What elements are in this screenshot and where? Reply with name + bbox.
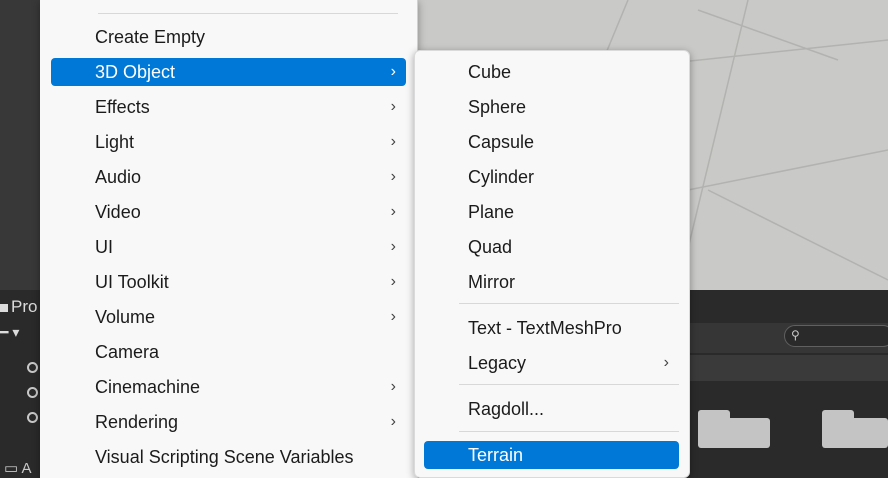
menu-item-cinemachine[interactable]: Cinemachine ›: [51, 373, 406, 401]
chevron-right-icon: ›: [390, 238, 396, 255]
menu-item-label: Ragdoll...: [468, 399, 545, 419]
radio-icon[interactable]: [27, 362, 38, 373]
menu-item-label: Volume: [95, 307, 156, 327]
menu-item-sphere[interactable]: Sphere: [424, 93, 679, 121]
menu-separator: [459, 303, 679, 304]
menu-item-light[interactable]: Light ›: [51, 128, 406, 156]
folder-label: A: [21, 460, 32, 477]
left-panel: [0, 0, 40, 478]
menu-item-label: Mirror: [468, 272, 515, 292]
menu-item-ragdoll[interactable]: Ragdoll...: [424, 395, 679, 423]
folder-icon[interactable]: [698, 418, 770, 448]
folder-icon: ▭: [4, 460, 19, 477]
folder-tab-icon: [822, 410, 854, 422]
chevron-right-icon: ›: [390, 203, 396, 220]
menu-item-visual-scripting-scene-variables[interactable]: Visual Scripting Scene Variables: [51, 443, 406, 471]
menu-item-legacy[interactable]: Legacy ›: [424, 349, 679, 377]
chevron-right-icon: ›: [390, 98, 396, 115]
menu-item-terrain[interactable]: Terrain: [424, 441, 679, 469]
gameobject-menu: Create Empty 3D Object › Effects › Light › …: [40, 0, 418, 478]
menu-item-mirror[interactable]: Mirror: [424, 268, 679, 296]
project-tab[interactable]: Pro: [0, 297, 37, 317]
menu-item-label: Capsule: [468, 132, 535, 152]
menu-item-label: Terrain: [468, 445, 524, 465]
menu-item-label: Light: [95, 132, 135, 152]
project-tab-label: Pro: [11, 297, 38, 316]
menu-item-3d-object[interactable]: 3D Object ›: [51, 58, 406, 86]
folder-item[interactable]: ▭ A: [4, 459, 32, 477]
menu-item-text-textmeshpro[interactable]: Text - TextMeshPro: [424, 314, 679, 342]
chevron-right-icon: ›: [390, 168, 396, 185]
menu-item-label: Cylinder: [468, 167, 535, 187]
menu-item-quad[interactable]: Quad: [424, 233, 679, 261]
chevron-right-icon: ›: [390, 273, 396, 290]
menu-item-label: Quad: [468, 237, 513, 257]
menu-item-ui[interactable]: UI ›: [51, 233, 406, 261]
menu-item-effects[interactable]: Effects ›: [51, 93, 406, 121]
chevron-right-icon: ›: [663, 354, 669, 371]
menu-item-volume[interactable]: Volume ›: [51, 303, 406, 331]
project-tab-icon: [0, 303, 8, 312]
menu-item-label: Video: [95, 202, 141, 222]
menu-item-ui-toolkit[interactable]: UI Toolkit ›: [51, 268, 406, 296]
menu-item-label: Camera: [95, 342, 160, 362]
menu-item-cube[interactable]: Cube: [424, 58, 679, 86]
menu-item-label: Audio: [95, 167, 142, 187]
search-input[interactable]: ⚲: [784, 325, 888, 347]
menu-item-label: 3D Object: [95, 62, 176, 82]
chevron-right-icon: ›: [390, 378, 396, 395]
radio-icon[interactable]: [27, 412, 38, 423]
menu-item-camera[interactable]: Camera: [51, 338, 406, 366]
chevron-right-icon: ›: [390, 413, 396, 430]
chevron-right-icon: ›: [390, 133, 396, 150]
menu-separator: [459, 384, 679, 385]
folder-icon[interactable]: [822, 418, 888, 448]
search-icon: ⚲: [791, 328, 800, 342]
menu-item-video[interactable]: Video ›: [51, 198, 406, 226]
menu-item-label: Rendering: [95, 412, 179, 432]
menu-item-rendering[interactable]: Rendering ›: [51, 408, 406, 436]
menu-item-label: Plane: [468, 202, 515, 222]
3d-object-submenu: Cube Sphere Capsule Cylinder Plane Quad …: [414, 50, 690, 478]
menu-item-capsule[interactable]: Capsule: [424, 128, 679, 156]
chevron-right-icon: ›: [390, 63, 396, 80]
menu-item-label: Cinemachine: [95, 377, 201, 397]
menu-item-label: Text - TextMeshPro: [468, 318, 622, 338]
menu-item-audio[interactable]: Audio ›: [51, 163, 406, 191]
folder-tab-icon: [698, 410, 730, 422]
menu-item-plane[interactable]: Plane: [424, 198, 679, 226]
menu-separator: [459, 431, 679, 432]
menu-item-label: Legacy: [468, 353, 527, 373]
chevron-right-icon: ›: [390, 308, 396, 325]
project-panel-bg: [0, 290, 40, 478]
menu-item-label: Visual Scripting Scene Variables: [95, 447, 354, 467]
menu-item-label: Cube: [468, 62, 512, 82]
menu-item-create-empty[interactable]: Create Empty: [51, 23, 406, 51]
add-dropdown-icon[interactable]: ━ ▾: [0, 324, 19, 341]
menu-separator: [98, 13, 398, 14]
menu-item-cylinder[interactable]: Cylinder: [424, 163, 679, 191]
menu-item-label: Effects: [95, 97, 150, 117]
radio-icon[interactable]: [27, 387, 38, 398]
menu-item-label: Sphere: [468, 97, 527, 117]
menu-item-label: UI Toolkit: [95, 272, 169, 292]
menu-item-label: UI: [95, 237, 113, 257]
menu-item-label: Create Empty: [95, 27, 206, 47]
